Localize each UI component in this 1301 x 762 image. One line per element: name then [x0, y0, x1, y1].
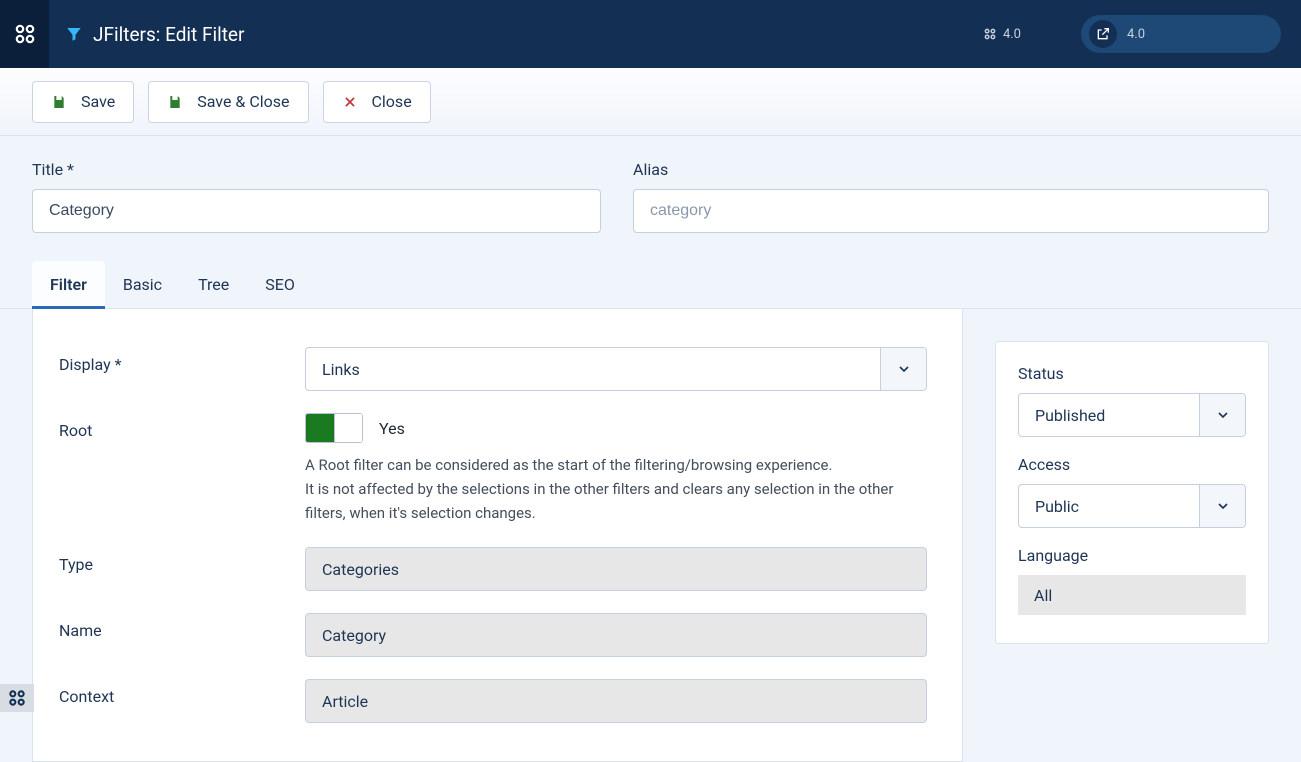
version-badge-left: 4.0 — [973, 27, 1081, 42]
name-label: Name — [59, 613, 305, 640]
version-text-right: 4.0 — [1127, 27, 1145, 42]
filter-panel: Display * Links Root Yes A R — [32, 309, 963, 762]
tab-filter[interactable]: Filter — [32, 261, 105, 308]
close-icon — [342, 94, 358, 110]
tab-seo[interactable]: SEO — [247, 261, 313, 308]
display-select[interactable]: Links — [305, 347, 927, 391]
tab-tree[interactable]: Tree — [180, 261, 247, 308]
status-value: Published — [1019, 406, 1199, 425]
chevron-down-icon — [880, 348, 926, 390]
access-select[interactable]: Public — [1018, 484, 1246, 528]
sidebar-card: Status Published Access Public — [995, 341, 1269, 644]
version-text-left: 4.0 — [1003, 27, 1021, 42]
language-label: Language — [1018, 546, 1246, 565]
root-label: Root — [59, 413, 305, 440]
save-icon — [167, 94, 183, 110]
alias-input[interactable] — [633, 189, 1269, 233]
save-button[interactable]: Save — [32, 81, 134, 123]
app-header: JFilters: Edit Filter 4.0 4.0 — [0, 0, 1301, 68]
external-link-icon — [1089, 20, 1117, 48]
joomla-logo-icon[interactable] — [0, 0, 49, 68]
version-badge-right[interactable]: 4.0 — [1081, 15, 1281, 53]
main-content: Display * Links Root Yes A R — [0, 309, 1301, 762]
display-value: Links — [306, 360, 880, 379]
language-value: All — [1018, 575, 1246, 615]
status-label: Status — [1018, 364, 1246, 383]
context-label: Context — [59, 679, 305, 706]
root-toggle-label: Yes — [379, 419, 405, 438]
close-button[interactable]: Close — [323, 81, 431, 123]
save-close-button[interactable]: Save & Close — [148, 81, 308, 123]
access-label: Access — [1018, 455, 1246, 474]
save-button-label: Save — [81, 92, 115, 111]
close-button-label: Close — [372, 92, 412, 111]
save-icon — [51, 94, 67, 110]
tab-basic[interactable]: Basic — [105, 261, 180, 308]
alias-label: Alias — [633, 160, 1269, 179]
filter-icon — [65, 25, 83, 43]
root-toggle[interactable] — [305, 413, 363, 443]
type-label: Type — [59, 547, 305, 574]
joomla-corner-icon[interactable] — [0, 684, 34, 712]
type-value: Categories — [305, 547, 927, 591]
chevron-down-icon — [1199, 485, 1245, 527]
context-value: Article — [305, 679, 927, 723]
status-select[interactable]: Published — [1018, 393, 1246, 437]
display-label: Display * — [59, 347, 305, 374]
chevron-down-icon — [1199, 394, 1245, 436]
root-help-2: It is not affected by the selections in … — [305, 477, 927, 525]
toolbar: Save Save & Close Close — [0, 68, 1301, 136]
tabs: Filter Basic Tree SEO — [0, 261, 1301, 309]
access-value: Public — [1019, 497, 1199, 516]
toggle-knob — [334, 414, 362, 442]
name-value: Category — [305, 613, 927, 657]
title-input[interactable] — [32, 189, 601, 233]
title-alias-row: Title * Alias — [0, 136, 1301, 261]
save-close-button-label: Save & Close — [197, 92, 289, 111]
root-help-1: A Root filter can be considered as the s… — [305, 453, 927, 477]
title-label: Title * — [32, 160, 601, 179]
page-title: JFilters: Edit Filter — [93, 23, 244, 46]
